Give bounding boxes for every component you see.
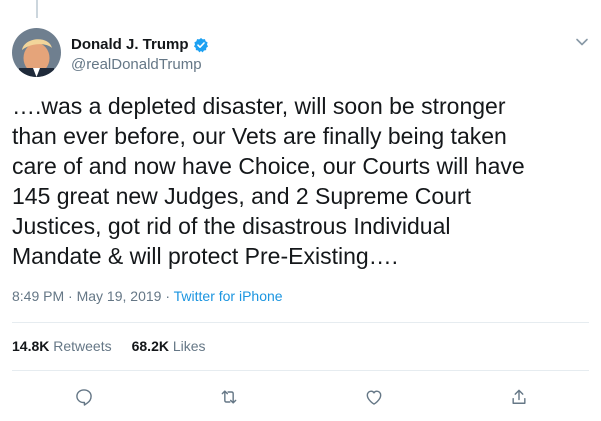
tweet-stats: 14.8K Retweets 68.2K Likes xyxy=(12,338,206,354)
thread-connector-line xyxy=(36,0,38,18)
tweet-actions-bar xyxy=(0,386,601,408)
meta-separator: · xyxy=(68,288,73,304)
likes-stat[interactable]: 68.2K Likes xyxy=(132,338,206,354)
meta-separator: · xyxy=(165,288,170,304)
author-display-name[interactable]: Donald J. Trump xyxy=(71,36,189,53)
tweet-time[interactable]: 8:49 PM xyxy=(12,288,64,304)
author-handle[interactable]: @realDonaldTrump xyxy=(71,56,209,73)
tweet-source-link[interactable]: Twitter for iPhone xyxy=(174,288,283,304)
likes-count: 68.2K xyxy=(131,338,169,354)
retweet-button[interactable] xyxy=(218,386,240,408)
tweet-metadata: 8:49 PM · May 19, 2019 · Twitter for iPh… xyxy=(12,288,283,304)
reply-button[interactable] xyxy=(73,386,95,408)
share-icon xyxy=(512,389,526,404)
divider xyxy=(12,322,589,323)
chevron-down-icon[interactable] xyxy=(575,36,589,48)
reply-icon xyxy=(76,389,92,406)
divider xyxy=(12,370,589,371)
retweets-stat[interactable]: 14.8K Retweets xyxy=(12,338,112,354)
author-block: Donald J. Trump @realDonaldTrump xyxy=(71,36,209,73)
tweet-text: ….was a depleted disaster, will soon be … xyxy=(12,93,525,269)
avatar[interactable] xyxy=(12,28,61,77)
like-button[interactable] xyxy=(363,386,385,408)
retweets-count: 14.8K xyxy=(12,338,50,354)
likes-label: Likes xyxy=(172,338,206,354)
retweets-label: Retweets xyxy=(53,338,112,354)
like-icon xyxy=(366,390,382,405)
share-button[interactable] xyxy=(508,386,530,408)
retweet-icon xyxy=(221,390,237,404)
avatar-image xyxy=(12,28,61,77)
tweet-date[interactable]: May 19, 2019 xyxy=(77,288,162,304)
verified-badge-icon xyxy=(193,37,209,53)
